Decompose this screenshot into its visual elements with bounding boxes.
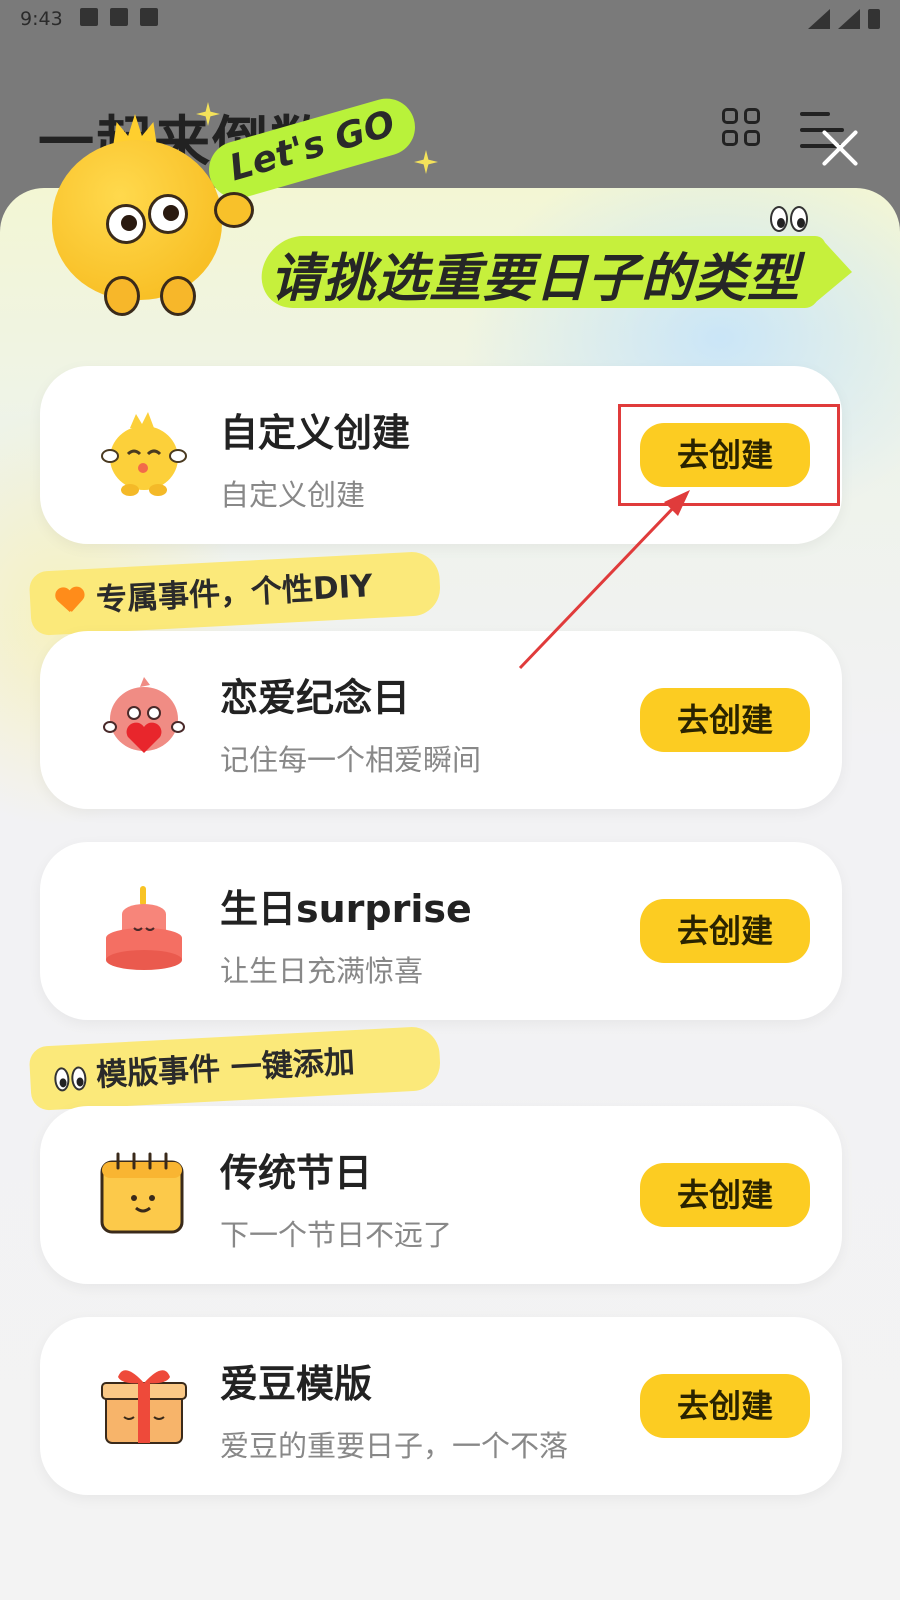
orange-heart-icon: [55, 587, 86, 617]
card-idol-templates[interactable]: 爱豆模版 爱豆的重要日子，一个不落 去创建: [40, 1317, 842, 1495]
sparkle-icon: [414, 150, 438, 174]
system-icons: [808, 9, 880, 29]
create-button[interactable]: 去创建: [640, 1374, 810, 1438]
card-subtitle: 爱豆的重要日子，一个不落: [220, 1429, 569, 1463]
card-birthday[interactable]: 生日surprise 让生日充满惊喜 去创建: [40, 842, 842, 1020]
card-title: 生日surprise: [220, 887, 472, 931]
annotation-highlight-box: [618, 404, 840, 506]
heart-mascot-icon: [103, 677, 185, 753]
battery-icon: [868, 9, 880, 29]
gift-box-icon: [101, 1370, 187, 1444]
card-title: 爱豆模版: [220, 1362, 373, 1406]
status-bar: 9:43: [0, 0, 900, 40]
card-subtitle: 自定义创建: [220, 478, 366, 512]
eyes-icon: [53, 1066, 87, 1092]
notification-icons: [80, 8, 158, 26]
card-subtitle: 记住每一个相爱瞬间: [220, 743, 482, 777]
create-button[interactable]: 去创建: [640, 1163, 810, 1227]
signal-icon: [838, 9, 860, 29]
close-icon[interactable]: [818, 126, 862, 170]
download-notification-icon: [110, 8, 128, 26]
app-notification-icon: [140, 8, 158, 26]
create-button[interactable]: 去创建: [640, 688, 810, 752]
image-notification-icon: [80, 8, 98, 26]
card-traditional-festivals[interactable]: 传统节日 下一个节日不远了 去创建: [40, 1106, 842, 1284]
cake-icon: [106, 886, 182, 970]
section-tag-label: 专属事件，个性DIY: [95, 568, 374, 619]
chick-mascot-icon: [101, 412, 187, 496]
card-subtitle: 让生日充满惊喜: [220, 954, 424, 988]
card-title: 恋爱纪念日: [220, 676, 411, 720]
banner-title: 请挑选重要日子的类型: [270, 249, 801, 309]
wifi-icon: [808, 9, 830, 29]
grid-icon[interactable]: [722, 108, 762, 148]
card-subtitle: 下一个节日不远了: [220, 1218, 453, 1252]
mascot-illustration: [44, 108, 264, 328]
status-time: 9:43: [20, 8, 63, 30]
create-button[interactable]: 去创建: [640, 899, 810, 963]
calendar-icon: [100, 1152, 184, 1234]
eyes-icon: [770, 206, 808, 232]
section-tag-label: 模版事件 一键添加: [95, 1044, 356, 1094]
card-love-anniversary[interactable]: 恋爱纪念日 记住每一个相爱瞬间 去创建: [40, 631, 842, 809]
card-title: 传统节日: [220, 1151, 373, 1195]
card-title: 自定义创建: [220, 411, 411, 455]
